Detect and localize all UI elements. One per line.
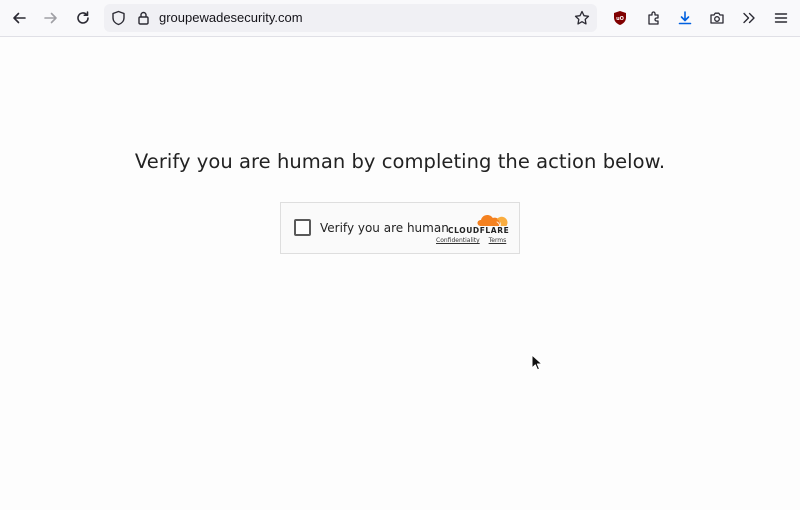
reload-icon [77, 11, 89, 24]
verify-checkbox-label[interactable]: Verify you are human [320, 221, 449, 235]
browser-toolbar: groupewadesecurity.com uO [0, 0, 800, 37]
ublock-extension-button[interactable]: uO [607, 5, 633, 31]
privacy-link[interactable]: Confidentiality [436, 237, 480, 244]
svg-text:uO: uO [616, 16, 624, 22]
site-info-button[interactable] [135, 10, 151, 26]
terms-link[interactable]: Terms [489, 237, 507, 244]
forward-button[interactable] [38, 5, 64, 31]
forward-icon [44, 12, 57, 24]
overflow-button[interactable] [736, 5, 762, 31]
extensions-button[interactable] [641, 5, 667, 31]
overflow-icon [743, 12, 755, 24]
mouse-cursor-icon [531, 354, 543, 371]
menu-icon [774, 13, 788, 23]
cloudflare-logo-icon [477, 215, 508, 227]
bookmark-button[interactable] [574, 10, 590, 26]
url-text[interactable]: groupewadesecurity.com [159, 4, 303, 32]
back-button[interactable] [6, 5, 32, 31]
app-menu-button[interactable] [768, 5, 794, 31]
page-title: Verify you are human by completing the a… [134, 150, 666, 173]
shield-icon [111, 10, 125, 26]
back-icon [13, 12, 26, 24]
cloudflare-wordmark: CLOUDFLARE [448, 226, 510, 235]
turnstile-widget: Verify you are human CLOUDFLARE Confiden… [280, 202, 520, 254]
download-icon [678, 11, 692, 25]
star-icon [574, 10, 590, 25]
screenshot-icon [710, 12, 724, 24]
lock-icon [137, 11, 149, 25]
verify-checkbox[interactable] [294, 219, 311, 236]
address-bar[interactable]: groupewadesecurity.com [104, 4, 597, 32]
downloads-button[interactable] [672, 5, 698, 31]
ublock-icon: uO [614, 11, 626, 25]
page-content: Verify you are human by completing the a… [0, 37, 800, 510]
extensions-icon [648, 11, 659, 25]
cloudflare-links: Confidentiality Terms [436, 237, 506, 244]
screenshot-button[interactable] [704, 5, 730, 31]
tracking-protection-button[interactable] [110, 10, 126, 26]
reload-button[interactable] [70, 5, 96, 31]
